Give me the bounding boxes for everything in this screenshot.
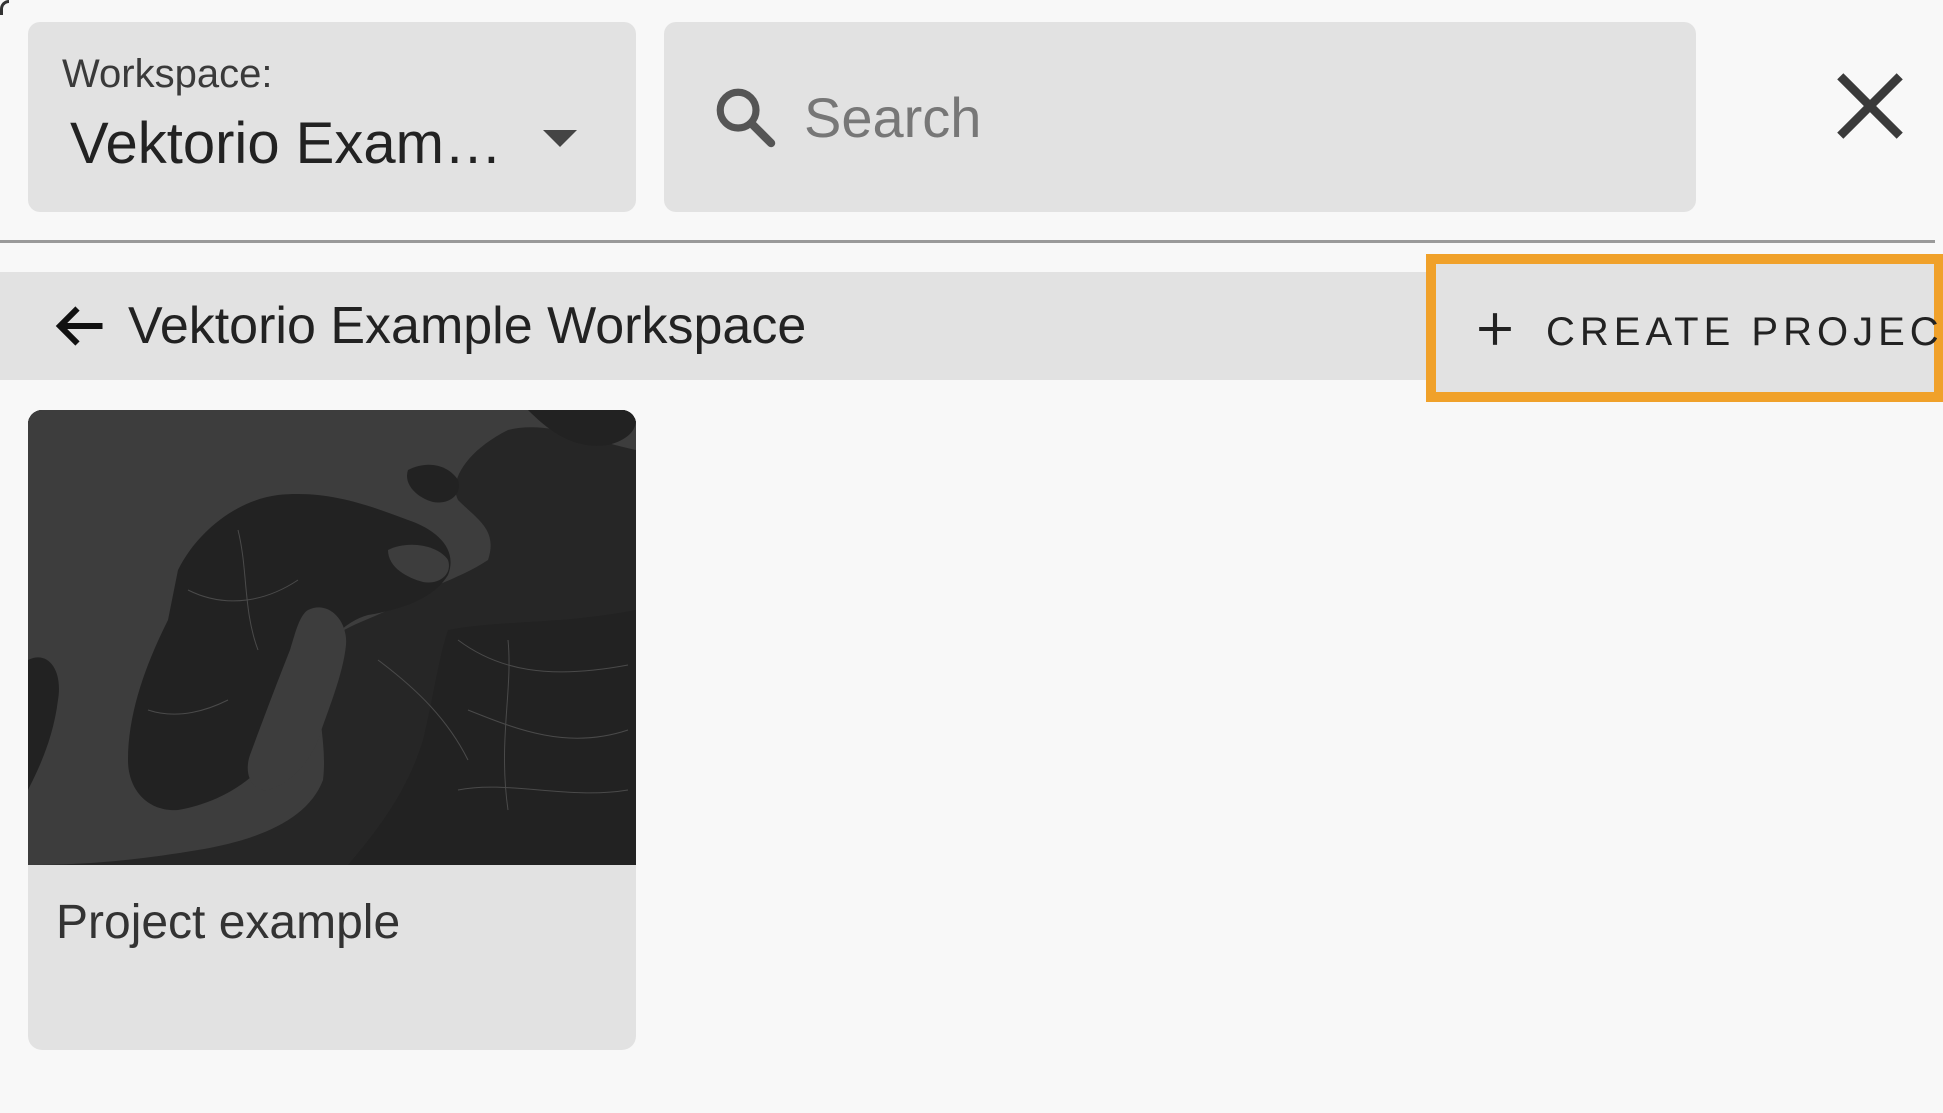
create-project-label: CREATE PROJECT <box>1546 310 1943 354</box>
workspace-selector-label: Workspace: <box>62 52 273 96</box>
page-title: Vektorio Example Workspace <box>128 297 807 355</box>
project-card-title: Project example <box>56 896 401 949</box>
search-icon <box>716 88 776 148</box>
map-thumbnail <box>28 410 636 865</box>
plus-icon <box>1479 313 1511 345</box>
project-card[interactable]: Project example <box>28 410 636 1050</box>
workspace-selector[interactable]: Workspace: Vektorio Example Workspace <box>28 22 636 212</box>
search-input[interactable] <box>804 62 1664 172</box>
create-project-button[interactable]: CREATE PROJECT <box>1426 254 1943 402</box>
divider <box>0 240 1935 243</box>
close-icon[interactable] <box>1830 66 1910 146</box>
search-box[interactable] <box>664 22 1696 212</box>
workspace-selector-value: Vektorio Example Workspace <box>70 111 530 176</box>
arrow-left-icon[interactable] <box>50 296 110 356</box>
chevron-down-icon[interactable] <box>543 130 577 147</box>
top-bar: Workspace: Vektorio Example Workspace <box>0 0 1943 243</box>
